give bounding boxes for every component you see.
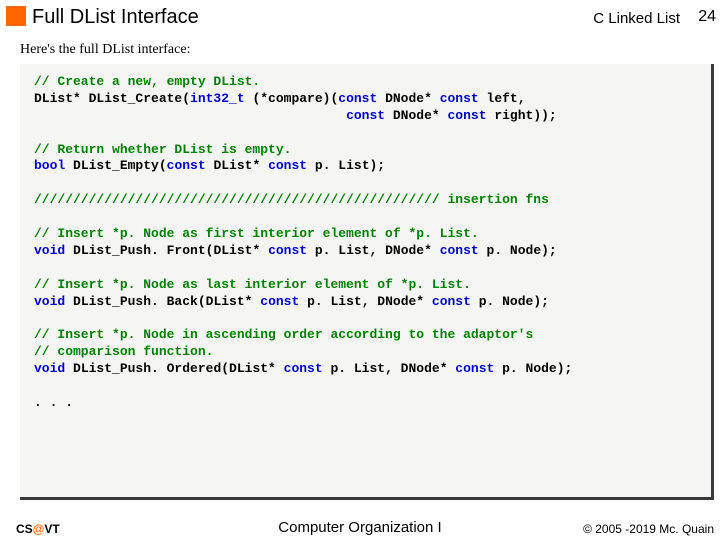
course-topic: C Linked List [593,10,680,27]
code-text: DNode* [385,108,447,123]
code-keyword: const [260,294,299,309]
code-comment: // Insert *p. Node as last interior elem… [34,277,471,292]
code-keyword: void [34,361,65,376]
footer-copyright: © 2005 -2019 Mc. Quain [583,522,714,536]
code-text: DList_Push. Front(DList* [65,243,268,258]
code-keyword: const [284,361,323,376]
code-text: p. List); [307,158,385,173]
code-text: left, [479,91,526,106]
slide-title: Full DList Interface [32,6,199,29]
code-comment: // Create a new, empty DList. [34,74,260,89]
code-text: DNode* [377,91,439,106]
code-keyword: const [448,108,487,123]
code-keyword: const [268,243,307,258]
code-block: // Create a new, empty DList. DList* DLi… [20,64,714,500]
code-text: DList* DList_Create( [34,91,190,106]
code-comment: ////////////////////////////////////////… [34,192,549,207]
code-keyword: const [432,294,471,309]
code-text: p. Node); [494,361,572,376]
code-text: right)); [487,108,557,123]
code-text: DList_Empty( [65,158,166,173]
code-keyword: const [268,158,307,173]
code-keyword: const [440,243,479,258]
orange-bullet [6,6,26,26]
code-comment: // Return whether DList is empty. [34,142,291,157]
code-comment: // Insert *p. Node in ascending order ac… [34,327,533,342]
code-keyword: void [34,243,65,258]
intro-text: Here's the full DList interface: [20,42,190,58]
code-text: p. Node); [479,243,557,258]
code-text: DList_Push. Ordered(DList* [65,361,283,376]
code-keyword: bool [34,158,65,173]
code-comment: // Insert *p. Node as first interior ele… [34,226,479,241]
code-ellipsis: . . . [34,395,73,410]
code-text: DList* [206,158,268,173]
code-text: p. List, DNode* [323,361,456,376]
slide-number: 24 [698,8,716,26]
code-text: p. List, DNode* [299,294,432,309]
code-keyword: const [338,91,377,106]
code-text [34,108,346,123]
code-keyword: const [346,108,385,123]
code-comment: // comparison function. [34,344,213,359]
code-keyword: const [455,361,494,376]
code-keyword: const [440,91,479,106]
code-keyword: const [167,158,206,173]
code-text: DList_Push. Back(DList* [65,294,260,309]
code-keyword: int32_t [190,91,245,106]
code-text: (*compare)( [245,91,339,106]
code-keyword: void [34,294,65,309]
code-text: p. List, DNode* [307,243,440,258]
code-text: p. Node); [471,294,549,309]
